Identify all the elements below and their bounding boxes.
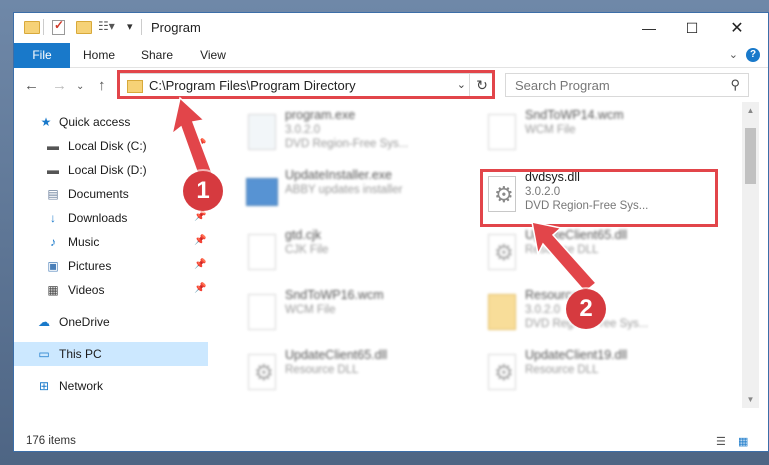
arrow-2-icon xyxy=(531,221,598,294)
arrow-1-icon xyxy=(170,96,215,184)
step-badge-1: 1 xyxy=(183,171,223,211)
step-badge-2: 2 xyxy=(566,289,606,329)
annotation-arrows xyxy=(170,96,598,294)
